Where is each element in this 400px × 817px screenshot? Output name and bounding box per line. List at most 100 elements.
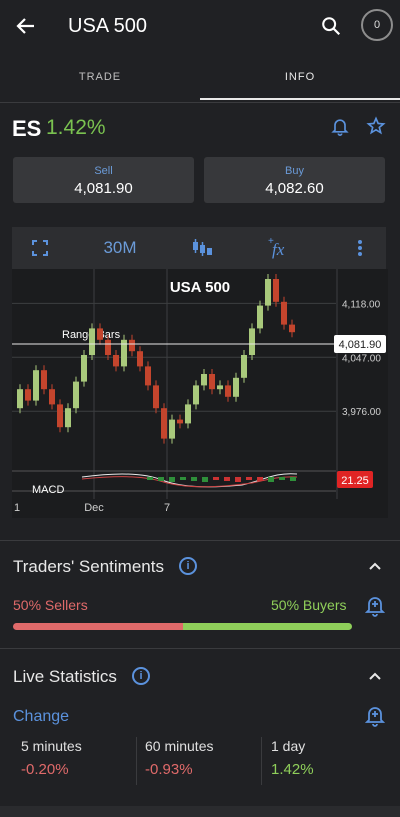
add-alert-icon[interactable] <box>365 705 385 727</box>
candle <box>73 381 79 409</box>
svg-text:fx: fx <box>272 240 285 259</box>
stat-period: 60 minutes <box>145 738 214 754</box>
divider <box>0 648 400 649</box>
candle <box>249 328 255 355</box>
fullscreen-button[interactable] <box>22 227 58 269</box>
stat-value: 1.42% <box>271 761 314 778</box>
instrument-symbol: ES <box>12 116 42 141</box>
tab-info[interactable]: INFO <box>200 62 400 100</box>
macd-bar <box>169 477 175 482</box>
candle <box>193 385 199 405</box>
macd-label: MACD <box>32 484 64 496</box>
chevron-up-icon[interactable] <box>367 668 383 684</box>
candle <box>217 385 223 390</box>
current-price-label: 4,081.90 <box>339 339 382 351</box>
stat-period: 5 minutes <box>21 738 82 754</box>
chevron-up-icon[interactable] <box>367 558 383 574</box>
search-icon[interactable] <box>320 15 342 37</box>
y-tick-label: 4,118.00 <box>342 299 381 310</box>
stat-60-minutes: 60 minutes -0.93% <box>145 738 213 778</box>
chart-title: USA 500 <box>170 279 230 296</box>
candle <box>273 279 279 302</box>
candle <box>25 389 31 401</box>
bell-icon[interactable] <box>330 116 350 136</box>
notification-count-badge[interactable]: 0 <box>361 9 393 41</box>
page-title: USA 500 <box>68 15 147 37</box>
bottom-bar <box>0 806 400 817</box>
candle <box>129 339 135 352</box>
candle <box>105 339 111 355</box>
stat-separator <box>136 737 137 785</box>
back-arrow-icon[interactable] <box>14 14 38 38</box>
macd-value: 21.25 <box>341 475 369 487</box>
macd-bar <box>246 477 252 480</box>
candle <box>225 385 231 397</box>
instrument-change: 1.42% <box>46 116 106 139</box>
buy-button[interactable]: Buy 4,082.60 <box>204 157 385 203</box>
candle <box>265 279 271 306</box>
sentiment-title: Traders' Sentiments <box>13 557 164 576</box>
indicator-fx-icon: fx + <box>268 236 285 259</box>
candle <box>41 370 47 390</box>
candle <box>289 324 295 333</box>
live-stats-title: Live Statistics <box>13 667 117 686</box>
x-tick-label: 7 <box>164 502 170 514</box>
macd-bar <box>235 477 241 482</box>
price-chart[interactable]: USA 500 Range Bars 4,118.004,047.003,976… <box>12 269 388 518</box>
candle <box>113 355 119 367</box>
macd-bar <box>158 477 164 481</box>
star-icon[interactable] <box>366 116 386 136</box>
change-label: Change <box>13 708 70 725</box>
macd-bar <box>213 477 219 480</box>
macd-bar <box>268 477 274 482</box>
x-tick-label: 1 <box>14 502 20 514</box>
candle <box>177 419 183 424</box>
chart-toolbar: 30M fx + <box>12 227 386 269</box>
macd-bar <box>257 477 263 481</box>
top-bar: USA 500 0 <box>0 0 400 52</box>
y-tick-label: 3,976.00 <box>342 407 381 418</box>
candle <box>57 404 63 428</box>
chart-type-button[interactable] <box>184 227 220 269</box>
candle <box>185 404 191 424</box>
fullscreen-icon <box>32 240 48 256</box>
candle <box>169 419 175 439</box>
sentiment-info-icon[interactable]: i <box>179 557 197 575</box>
add-alert-icon[interactable] <box>365 595 385 617</box>
candle <box>281 301 287 325</box>
candle <box>153 385 159 409</box>
indicators-button[interactable]: fx + <box>262 227 298 269</box>
timeframe-button[interactable]: 30M <box>92 227 148 269</box>
stat-period: 1 day <box>271 738 306 754</box>
y-tick-label: 4,047.00 <box>342 353 381 364</box>
candle <box>137 351 143 367</box>
tab-bar: TRADE INFO <box>0 62 400 103</box>
sell-button[interactable]: Sell 4,081.90 <box>13 157 194 203</box>
macd-bar <box>191 477 197 481</box>
buy-label: Buy <box>285 165 304 177</box>
candles-type-icon <box>193 239 212 256</box>
candle <box>97 328 103 340</box>
candle <box>241 355 247 378</box>
buyers-label: 50% Buyers <box>271 597 347 613</box>
more-vert-icon <box>358 240 362 256</box>
sentiment-buyers-fill <box>182 623 352 630</box>
candle <box>65 408 71 428</box>
sell-label: Sell <box>94 165 113 177</box>
candle <box>233 377 239 397</box>
sell-price: 4,081.90 <box>74 180 133 197</box>
candle <box>33 370 39 401</box>
macd-bar <box>180 477 186 480</box>
candle <box>209 374 215 390</box>
macd-bar <box>147 477 153 480</box>
buy-price: 4,082.60 <box>265 180 324 197</box>
candle <box>17 389 23 409</box>
sellers-label: 50% Sellers <box>13 597 88 613</box>
tab-trade[interactable]: TRADE <box>0 62 200 100</box>
more-options-button[interactable] <box>342 227 378 269</box>
stat-5-minutes: 5 minutes -0.20% <box>21 738 82 778</box>
candle <box>49 389 55 405</box>
stat-separator <box>261 737 262 785</box>
live-stats-info-icon[interactable]: i <box>132 667 150 685</box>
candle <box>257 305 263 329</box>
